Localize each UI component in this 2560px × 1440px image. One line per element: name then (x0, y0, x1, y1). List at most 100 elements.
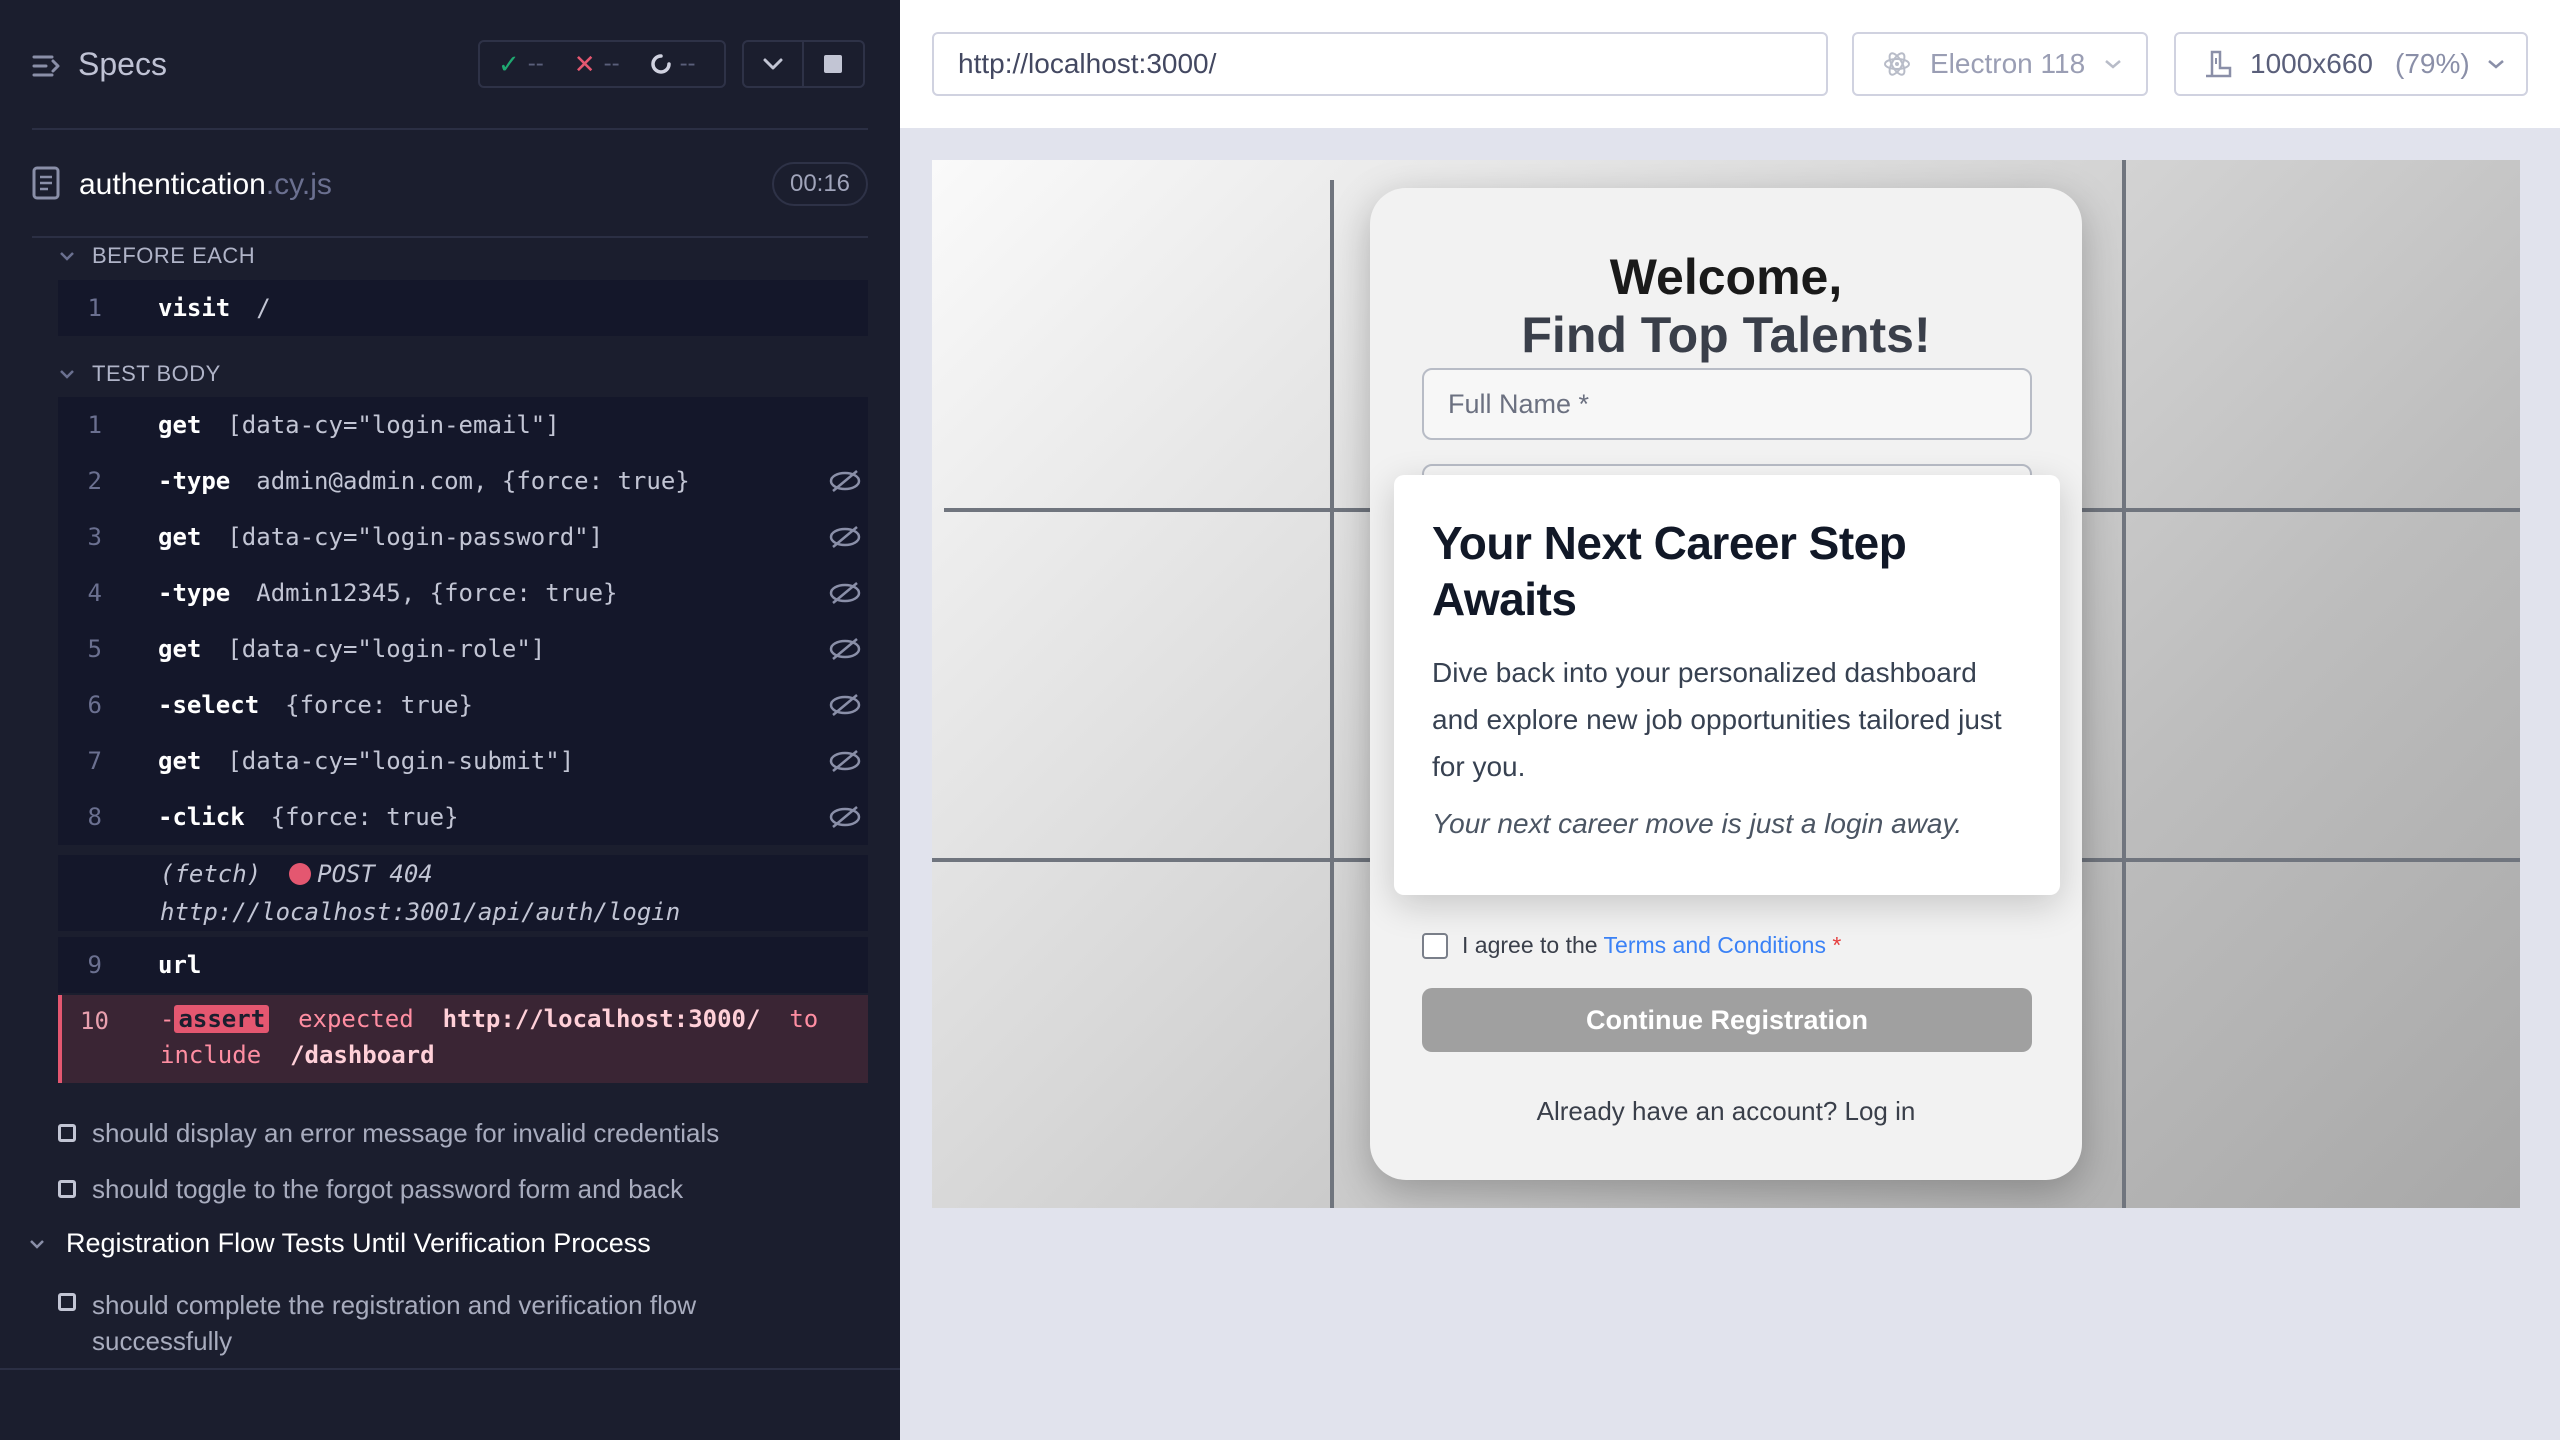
assert-actual: http://localhost:3000/ (442, 1005, 761, 1033)
command-arg: Admin12345, {force: true} (256, 579, 618, 607)
test-title: should toggle to the forgot password for… (92, 1174, 684, 1204)
browser-selector[interactable]: Electron 118 (1852, 32, 2148, 96)
electron-icon (1884, 52, 1910, 76)
assert-line: - assert expected http://localhost:3000/ … (160, 1005, 818, 1033)
eye-slash-icon[interactable] (828, 580, 862, 606)
command-row[interactable]: 8 -click {force: true} (58, 789, 868, 845)
test-body-label: TEST BODY (92, 361, 221, 386)
url-bar[interactable]: http://localhost:3000/ (932, 32, 1828, 96)
command-number: 1 (87, 294, 102, 322)
eye-slash-icon[interactable] (828, 748, 862, 774)
spec-file-header[interactable]: authentication.cy.js 00:16 (32, 162, 868, 206)
overlay-tagline: Your next career move is just a login aw… (1432, 808, 1963, 839)
app-under-test: Welcome, Find Top Talents! Full Name * I… (932, 160, 2520, 1208)
command-row[interactable]: 1 visit / (58, 280, 868, 336)
command-number: 1 (87, 411, 102, 439)
command-arg: / (256, 294, 271, 322)
assert-badge: assert (174, 1005, 270, 1033)
terms-text: I agree to the Terms and Conditions * (1462, 932, 1841, 959)
command-row[interactable]: 5 get [data-cy="login-role"] (58, 621, 868, 677)
full-name-input[interactable]: Full Name * (1422, 368, 2032, 440)
test-stats: ✓ -- ✕ -- -- (478, 40, 726, 88)
test-body-header[interactable]: TEST BODY (58, 356, 221, 392)
command-row[interactable]: 9 url (58, 937, 868, 993)
grid-line (2122, 160, 2126, 1208)
overlay-body: Dive back into your personalized dashboa… (1432, 657, 2002, 782)
command-number: 7 (87, 747, 102, 775)
command-name: get (158, 523, 202, 551)
assert-expected: /dashboard (290, 1041, 435, 1069)
chevron-down-icon (763, 58, 783, 70)
viewport-icon (2206, 50, 2232, 78)
test-title: should display an error message for inva… (92, 1118, 720, 1148)
command-row[interactable]: 7 get [data-cy="login-submit"] (58, 733, 868, 789)
command-name: get (158, 747, 202, 775)
chevron-down-icon (2105, 60, 2121, 69)
test-title-line: successfully (92, 1326, 233, 1356)
overlay-title: Your Next Career Step Awaits (1432, 517, 1907, 625)
assert-word: to (789, 1005, 819, 1033)
fetch-log[interactable]: (fetch) POST 404 http://localhost:3001/ap… (58, 855, 868, 931)
suite-header[interactable]: Registration Flow Tests Until Verificati… (28, 1228, 651, 1259)
command-name: -click (158, 803, 245, 831)
test-item[interactable]: should toggle to the forgot password for… (58, 1174, 683, 1205)
command-number: 8 (87, 803, 102, 831)
before-each-header[interactable]: BEFORE EACH (58, 238, 255, 274)
suite-title: Registration Flow Tests Until Verificati… (66, 1228, 651, 1258)
command-number: 5 (87, 635, 102, 663)
assert-dash: - (160, 1005, 175, 1033)
check-icon: ✓ (498, 48, 520, 79)
spinner-icon (650, 54, 671, 74)
command-arg: {force: true} (270, 803, 459, 831)
eye-slash-icon[interactable] (828, 468, 862, 494)
stop-button[interactable] (803, 40, 865, 88)
specs-icon[interactable] (31, 50, 63, 82)
card-title-line: Welcome, (1609, 249, 1843, 305)
terms-link[interactable]: Terms and Conditions (1604, 932, 1826, 958)
before-each-label: BEFORE EACH (92, 243, 256, 268)
eye-slash-icon[interactable] (828, 692, 862, 718)
specs-title[interactable]: Specs (78, 46, 167, 83)
command-arg: [data-cy="login-role"] (227, 635, 546, 663)
eye-slash-icon[interactable] (828, 636, 862, 662)
command-row[interactable]: 2 -type admin@admin.com, {force: true} (58, 453, 868, 509)
eye-slash-icon[interactable] (828, 524, 862, 550)
command-row[interactable]: 6 -select {force: true} (58, 677, 868, 733)
expand-collapse-button[interactable] (742, 40, 804, 88)
aut-toolbar: http://localhost:3000/ Electron 118 1000… (900, 0, 2560, 128)
command-number: 4 (87, 579, 102, 607)
continue-registration-button[interactable]: Continue Registration (1422, 988, 2032, 1052)
browser-label: Electron 118 (1930, 48, 2086, 79)
test-item[interactable]: should display an error message for inva… (58, 1118, 719, 1149)
viewport-selector[interactable]: 1000x660 (79%) (2174, 32, 2528, 96)
command-name: get (158, 635, 202, 663)
grid-line (1330, 180, 1334, 1208)
divider (32, 128, 868, 130)
pending-test-icon (58, 1180, 76, 1198)
assert-line: include /dashboard (160, 1041, 435, 1069)
x-icon: ✕ (573, 48, 596, 79)
assert-word: include (160, 1041, 262, 1069)
promo-overlay: Your Next Career Step Awaits Dive back i… (1394, 475, 2060, 895)
test-item[interactable]: should complete the registration and ver… (58, 1287, 696, 1359)
command-arg: admin@admin.com, {force: true} (256, 467, 690, 495)
command-row[interactable]: 3 get [data-cy="login-password"] (58, 509, 868, 565)
passed-stat: ✓ -- (498, 49, 544, 80)
command-row[interactable]: 1 get [data-cy="login-email"] (58, 397, 868, 453)
command-arg: [data-cy="login-submit"] (227, 747, 575, 775)
chevron-down-icon (60, 370, 74, 379)
passed-count: -- (527, 50, 544, 77)
eye-slash-icon[interactable] (828, 804, 862, 830)
command-number: 10 (80, 1007, 109, 1035)
login-link[interactable]: Already have an account? Log in (1370, 1096, 2082, 1127)
command-name: get (158, 411, 202, 439)
terms-agreement: I agree to the Terms and Conditions * (1422, 932, 1841, 959)
terms-checkbox[interactable] (1422, 932, 1448, 959)
command-number: 6 (87, 691, 102, 719)
command-name: -type (158, 467, 231, 495)
command-number: 2 (87, 467, 102, 495)
failed-assert-row[interactable]: 10 - assert expected http://localhost:300… (58, 995, 868, 1083)
spec-file-basename: authentication (79, 168, 266, 201)
error-dot-icon (289, 863, 312, 885)
command-row[interactable]: 4 -type Admin12345, {force: true} (58, 565, 868, 621)
